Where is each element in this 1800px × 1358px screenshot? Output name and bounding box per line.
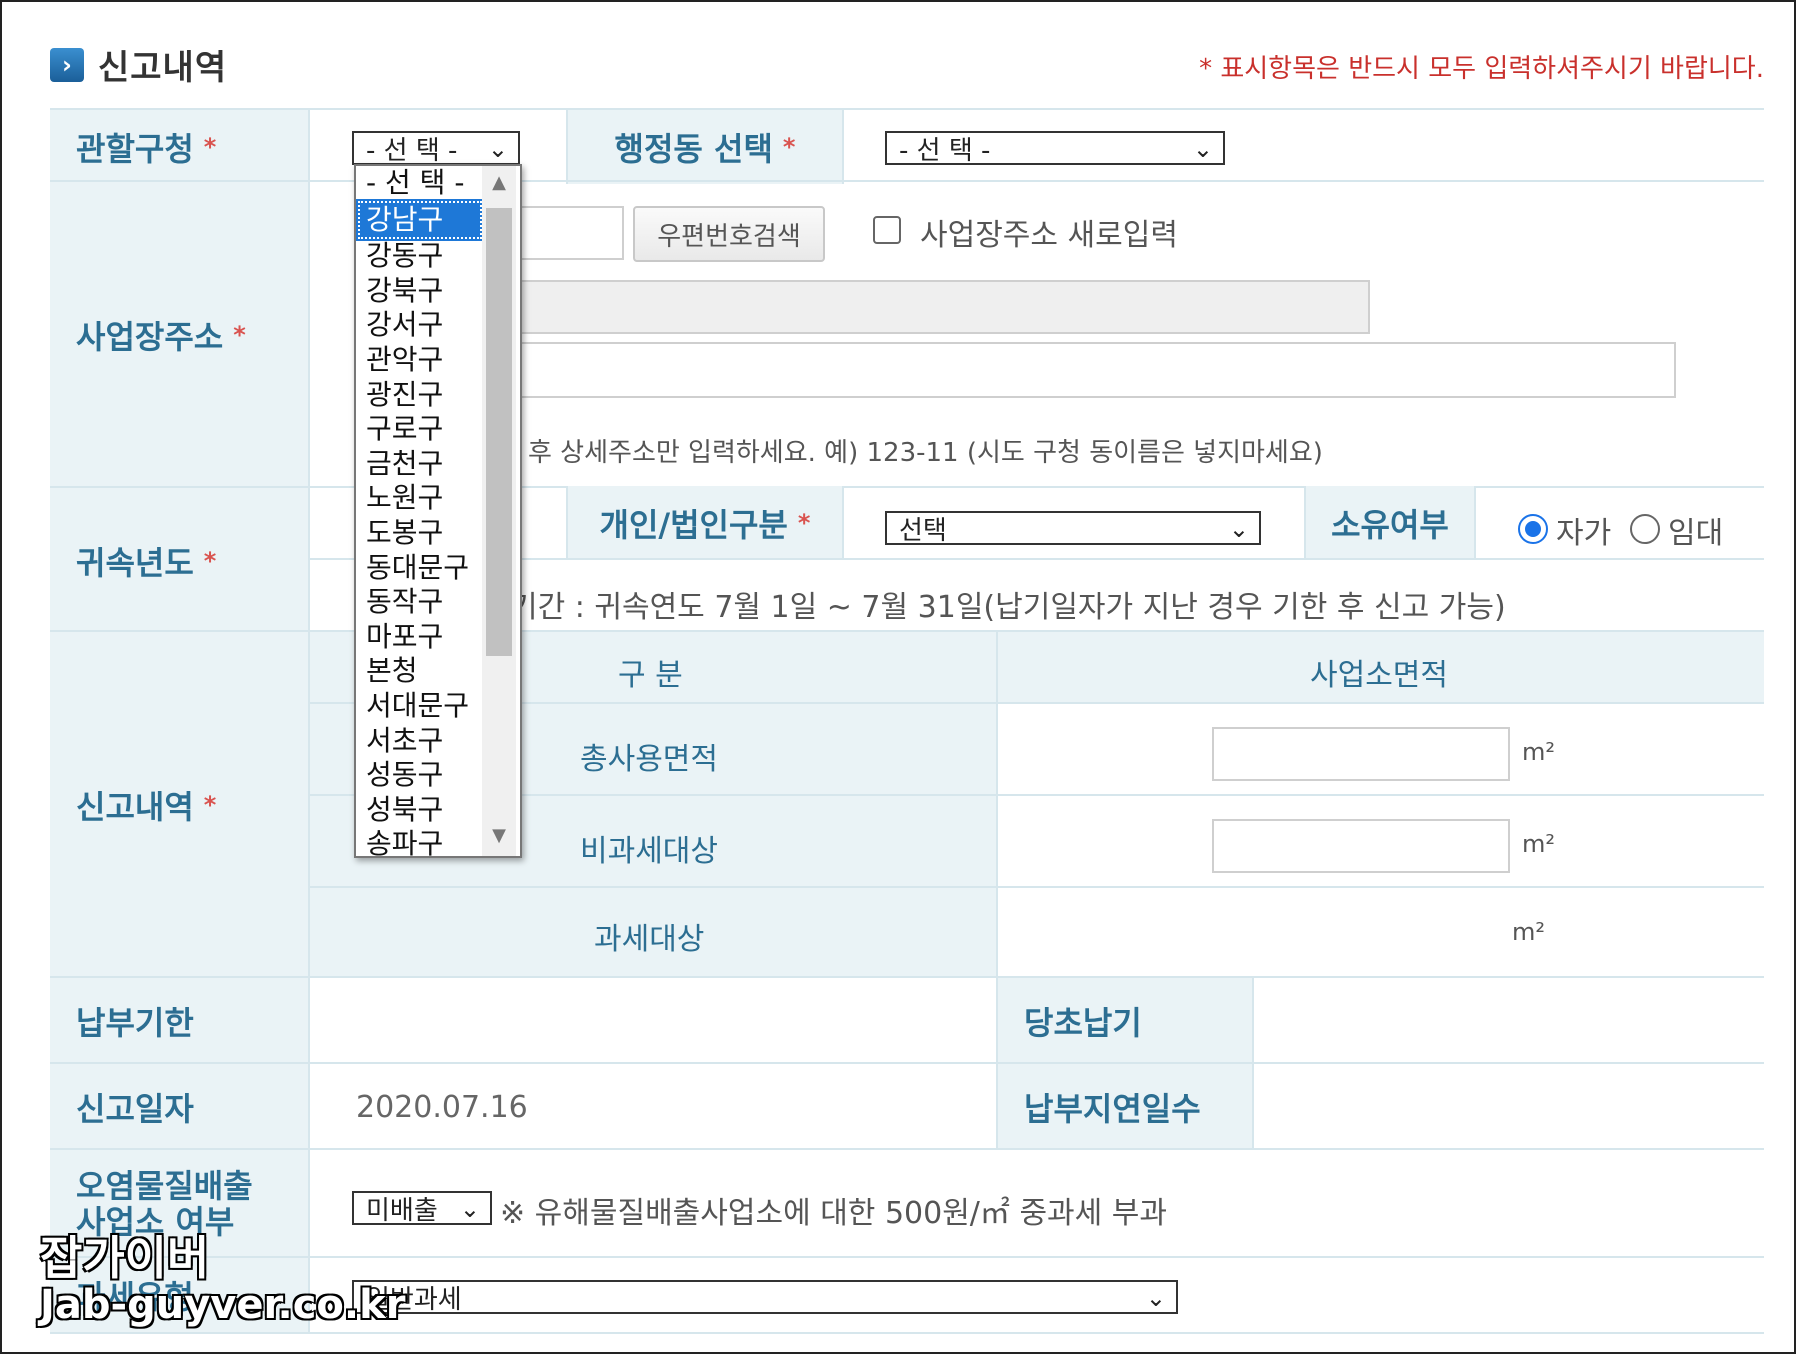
watermark-title: 잡가이버 — [39, 1230, 210, 1286]
admin-dong-select[interactable]: - 선 택 - ⌄ — [885, 131, 1225, 166]
district-option[interactable]: 동대문구 — [356, 551, 484, 586]
area-row-taxable: 과세대상 — [594, 922, 705, 957]
district-option[interactable]: 강남구 — [356, 198, 484, 242]
pollutant-select[interactable]: 미배출 ⌄ — [352, 1191, 492, 1226]
label-biz-address: 사업장주소 * — [50, 182, 308, 488]
district-option[interactable]: 관악구 — [356, 343, 484, 378]
watermark-url: Jab-guyver.co.kr — [39, 1281, 406, 1329]
unit-total: m² — [1522, 738, 1555, 766]
person-type-select[interactable]: 선택 ⌄ — [885, 511, 1261, 546]
chevron-down-icon: ⌄ — [1145, 1284, 1166, 1312]
section-title: 신고내역 — [98, 48, 228, 88]
label-due-date: 납부기한 — [50, 978, 308, 1064]
unit-taxable: m² — [1512, 918, 1545, 946]
dropdown-scrollbar[interactable]: ▲ ▼ — [482, 166, 516, 856]
postcode-search-button[interactable]: 우편번호검색 — [633, 206, 825, 262]
district-option[interactable]: 강서구 — [356, 308, 484, 343]
label-late-days: 납부지연일수 — [996, 1064, 1252, 1150]
district-option[interactable]: 도봉구 — [356, 516, 484, 551]
district-option[interactable]: - 선 택 - — [356, 166, 484, 201]
district-option[interactable]: 성동구 — [356, 758, 484, 793]
unit-nontaxable: m² — [1522, 830, 1555, 858]
row-due-date: 납부기한 당초납기 — [50, 976, 1764, 1064]
pollutant-note: ※ 유해물질배출사업소에 대한 500원/㎡ 중과세 부과 — [500, 1196, 1167, 1231]
chevron-right-icon: › — [50, 47, 84, 82]
label-admin-dong: 행정동 선택 * — [566, 110, 842, 184]
scroll-up-icon[interactable]: ▲ — [482, 172, 516, 193]
chevron-down-icon: ⌄ — [487, 135, 508, 163]
ownership-rent-radio[interactable] — [1630, 514, 1660, 544]
district-options: - 선 택 - 강남구 강동구 강북구 강서구 관악구 광진구 구로구 금천구 노원구 도봉구 동대문… — [356, 166, 484, 862]
district-option[interactable]: 본청 — [356, 654, 484, 689]
district-option[interactable]: 동작구 — [356, 585, 484, 620]
district-option[interactable]: 강동구 — [356, 239, 484, 274]
district-option[interactable]: 송파구 — [356, 827, 484, 862]
ownership-rent-label: 임대 — [1668, 516, 1724, 551]
chevron-down-icon: ⌄ — [1192, 135, 1213, 163]
label-ownership: 소유여부 — [1304, 486, 1474, 560]
district-dropdown-list[interactable]: - 선 택 - 강남구 강동구 강북구 강서구 관악구 광진구 구로구 금천구 노원구 도봉구 동대문… — [354, 164, 522, 860]
section-header: › 신고내역 — [50, 40, 227, 89]
area-header-area: 사업소면적 — [1310, 658, 1448, 693]
total-area-input[interactable] — [1212, 727, 1510, 781]
district-select[interactable]: - 선 택 - ⌄ — [352, 131, 520, 166]
district-option[interactable]: 강북구 — [356, 274, 484, 309]
district-option[interactable]: 광진구 — [356, 378, 484, 413]
area-header-category: 구 분 — [618, 658, 683, 693]
label-report-date: 신고일자 — [50, 1064, 308, 1150]
area-row-nontaxable: 비과세대상 — [580, 834, 718, 869]
district-option[interactable]: 마포구 — [356, 620, 484, 655]
label-person-type: 개인/법인구분 * — [566, 486, 842, 560]
address-input — [520, 280, 1370, 334]
address-hint: 후 상세주소만 입력하세요. 예) 123-11 (시도 구청 동이름은 넣지마… — [528, 438, 1323, 468]
nontaxable-area-input[interactable] — [1212, 819, 1510, 873]
label-district: 관할구청 * — [50, 110, 308, 184]
scrollbar-thumb[interactable] — [486, 208, 512, 656]
district-option[interactable]: 구로구 — [356, 412, 484, 447]
scroll-down-icon[interactable]: ▼ — [482, 825, 516, 846]
district-option[interactable]: 노원구 — [356, 481, 484, 516]
detail-address-input[interactable] — [520, 342, 1676, 398]
new-address-checkbox[interactable] — [873, 216, 901, 244]
postcode-input[interactable] — [520, 206, 624, 260]
area-row-total: 총사용면적 — [580, 742, 718, 777]
chevron-down-icon: ⌄ — [459, 1195, 480, 1223]
label-attribution-year: 귀속년도 * — [50, 488, 308, 634]
report-date-value: 2020.07.16 — [356, 1090, 528, 1125]
required-note: * 표시항목은 반드시 모두 입력하셔주시기 바랍니다. — [1199, 54, 1764, 84]
label-report-details: 신고내역 * — [50, 632, 308, 978]
district-option[interactable]: 서초구 — [356, 724, 484, 759]
period-hint: 기간 : 귀속연도 7월 1일 ~ 7월 31일(납기일자가 지난 경우 기한 … — [510, 590, 1506, 625]
district-option[interactable]: 서대문구 — [356, 689, 484, 724]
tax-type-select[interactable]: 일반과세 ⌄ — [352, 1280, 1178, 1315]
row-report-date: 신고일자 납부지연일수 — [50, 1062, 1764, 1150]
district-option[interactable]: 금천구 — [356, 447, 484, 482]
ownership-own-radio[interactable] — [1518, 514, 1548, 544]
chevron-down-icon: ⌄ — [1228, 515, 1249, 543]
label-initial-due: 당초납기 — [996, 978, 1252, 1064]
district-option[interactable]: 성북구 — [356, 793, 484, 828]
ownership-own-label: 자가 — [1556, 516, 1612, 551]
new-address-label: 사업장주소 새로입력 — [920, 218, 1178, 253]
